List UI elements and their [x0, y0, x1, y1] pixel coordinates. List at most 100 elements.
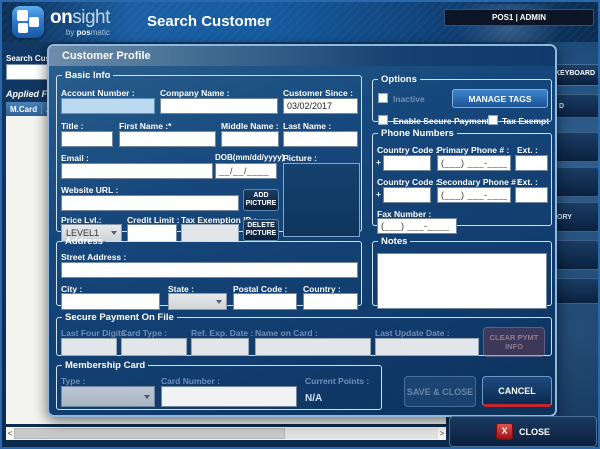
horizontal-scrollbar[interactable]: < >	[6, 427, 446, 440]
primary-country-code-field[interactable]	[383, 155, 431, 171]
tax-exempt-label: Tax Exempt	[502, 116, 549, 126]
secondary-ext-field[interactable]	[515, 187, 548, 203]
page-title: Search Customer	[147, 13, 271, 30]
account-number-label: Account Number :	[61, 88, 135, 98]
clear-payment-info-button: CLEAR PYMT INFO	[483, 327, 545, 357]
phone-numbers-legend: Phone Numbers	[378, 128, 457, 139]
dob-label: DOB(mm/dd/yyyy) :	[215, 153, 289, 162]
pos-app-window: onsight by posmatic Search Customer POS1…	[0, 0, 600, 449]
posmatic-logo-icon	[12, 6, 44, 38]
manage-tags-button[interactable]: MANAGE TAGS	[452, 89, 548, 108]
column-header-mcard[interactable]: M.Card	[6, 105, 42, 114]
plus-prefix: +	[376, 157, 381, 167]
first-name-field[interactable]	[119, 131, 216, 147]
chevron-down-icon	[144, 395, 150, 399]
name-on-card-field	[255, 338, 371, 356]
primary-phone-label: Primary Phone # :	[437, 145, 509, 155]
close-x-icon: X	[496, 423, 513, 440]
account-number-field[interactable]	[61, 98, 155, 114]
postal-code-field[interactable]	[233, 293, 297, 310]
scroll-right-icon[interactable]: >	[438, 427, 446, 440]
inactive-label: Inactive	[393, 94, 425, 104]
card-type-label: Card Type :	[121, 328, 167, 338]
last-update-date-field	[375, 338, 479, 356]
scrollbar-track[interactable]	[14, 428, 438, 439]
byline-matic: matic	[91, 28, 110, 37]
secondary-phone-label: Secondary Phone # :	[437, 177, 521, 187]
address-legend: Address	[62, 236, 106, 247]
company-name-field[interactable]	[160, 98, 278, 114]
scrollbar-thumb[interactable]	[14, 428, 285, 439]
logo-square-icon	[29, 17, 39, 27]
last-name-field[interactable]	[283, 131, 358, 147]
logo-square-icon	[18, 23, 28, 33]
scroll-left-icon[interactable]: <	[6, 427, 14, 440]
byline-pos: pos	[77, 28, 91, 37]
enable-secure-payment-label: Enable Secure Payment	[393, 116, 489, 126]
last-update-date-label: Last Update Date :	[375, 328, 450, 338]
search-customer-label: Search Cust	[6, 54, 53, 63]
cancel-button[interactable]: CANCEL	[482, 376, 552, 407]
country-field[interactable]	[303, 293, 358, 310]
inactive-checkbox[interactable]	[378, 93, 388, 103]
website-url-label: Website URL :	[61, 185, 118, 195]
ref-exp-date-label: Ref. Exp. Date :	[191, 328, 253, 338]
membership-type-dropdown	[61, 386, 155, 407]
card-type-field	[121, 338, 187, 356]
byline-by: by	[66, 28, 77, 37]
dob-field[interactable]	[215, 163, 277, 179]
secure-payment-group: Secure Payment On File Last Four Digits …	[56, 312, 552, 356]
close-button-label: CLOSE	[519, 427, 550, 437]
membership-type-label: Type :	[61, 376, 85, 386]
street-address-field[interactable]	[61, 262, 358, 278]
secondary-country-code-field[interactable]	[383, 187, 431, 203]
current-points-label: Current Points :	[305, 376, 369, 386]
state-dropdown[interactable]	[168, 293, 227, 310]
applied-filters-label: Applied Fil	[6, 89, 52, 99]
title-field[interactable]	[61, 131, 113, 147]
basic-info-legend: Basic Info	[62, 70, 113, 81]
customer-profile-dialog: Customer Profile Basic Info Account Numb…	[47, 44, 557, 417]
street-address-label: Street Address :	[61, 252, 126, 262]
chevron-down-icon	[216, 300, 222, 304]
notes-legend: Notes	[378, 236, 410, 247]
basic-info-group: Basic Info Account Number : Company Name…	[56, 70, 362, 232]
chevron-down-icon	[111, 231, 117, 235]
secondary-phone-field[interactable]	[437, 187, 511, 203]
fax-number-field[interactable]	[377, 218, 457, 234]
plus-prefix: +	[376, 189, 381, 199]
city-field[interactable]	[61, 293, 160, 310]
add-picture-button[interactable]: ADD PICTURE	[243, 189, 279, 211]
title-label: Title :	[61, 121, 84, 131]
website-url-field[interactable]	[61, 195, 239, 211]
card-number-label: Card Number :	[161, 376, 220, 386]
save-close-button: SAVE & CLOSE	[404, 376, 476, 407]
close-button[interactable]: X CLOSE	[449, 416, 597, 447]
brand-wordmark: onsight by posmatic	[50, 8, 110, 37]
primary-phone-field[interactable]	[437, 155, 511, 171]
picture-label: Picture :	[283, 153, 317, 163]
email-field[interactable]	[61, 163, 213, 179]
address-group: Address Street Address : City : State : …	[56, 236, 362, 306]
secure-payment-legend: Secure Payment On File	[62, 312, 177, 323]
notes-textarea[interactable]	[377, 253, 547, 309]
phone-numbers-group: Phone Numbers Country Code : Primary Pho…	[372, 128, 552, 226]
dialog-title: Customer Profile	[49, 46, 555, 66]
brand-on: on	[50, 7, 72, 28]
name-on-card-label: Name on Card :	[255, 328, 318, 338]
customer-since-field[interactable]	[283, 98, 358, 114]
ext-label: Ext. :	[517, 145, 538, 155]
card-number-field[interactable]	[161, 386, 297, 407]
primary-ext-field[interactable]	[515, 155, 548, 171]
session-button[interactable]: POS1 | ADMIN	[444, 9, 594, 26]
top-bar: onsight by posmatic Search Customer POS1…	[2, 2, 598, 42]
options-group: Options Inactive MANAGE TAGS Enable Secu…	[372, 74, 552, 122]
tax-exempt-checkbox[interactable]	[488, 115, 498, 125]
notes-group: Notes	[372, 236, 552, 306]
middle-name-label: Middle Name :	[221, 121, 279, 131]
enable-secure-payment-checkbox[interactable]	[378, 115, 388, 125]
current-points-value: N/A	[305, 393, 322, 404]
picture-preview	[283, 163, 360, 237]
country-code-label: Country Code :	[377, 177, 438, 187]
middle-name-field[interactable]	[221, 131, 279, 147]
